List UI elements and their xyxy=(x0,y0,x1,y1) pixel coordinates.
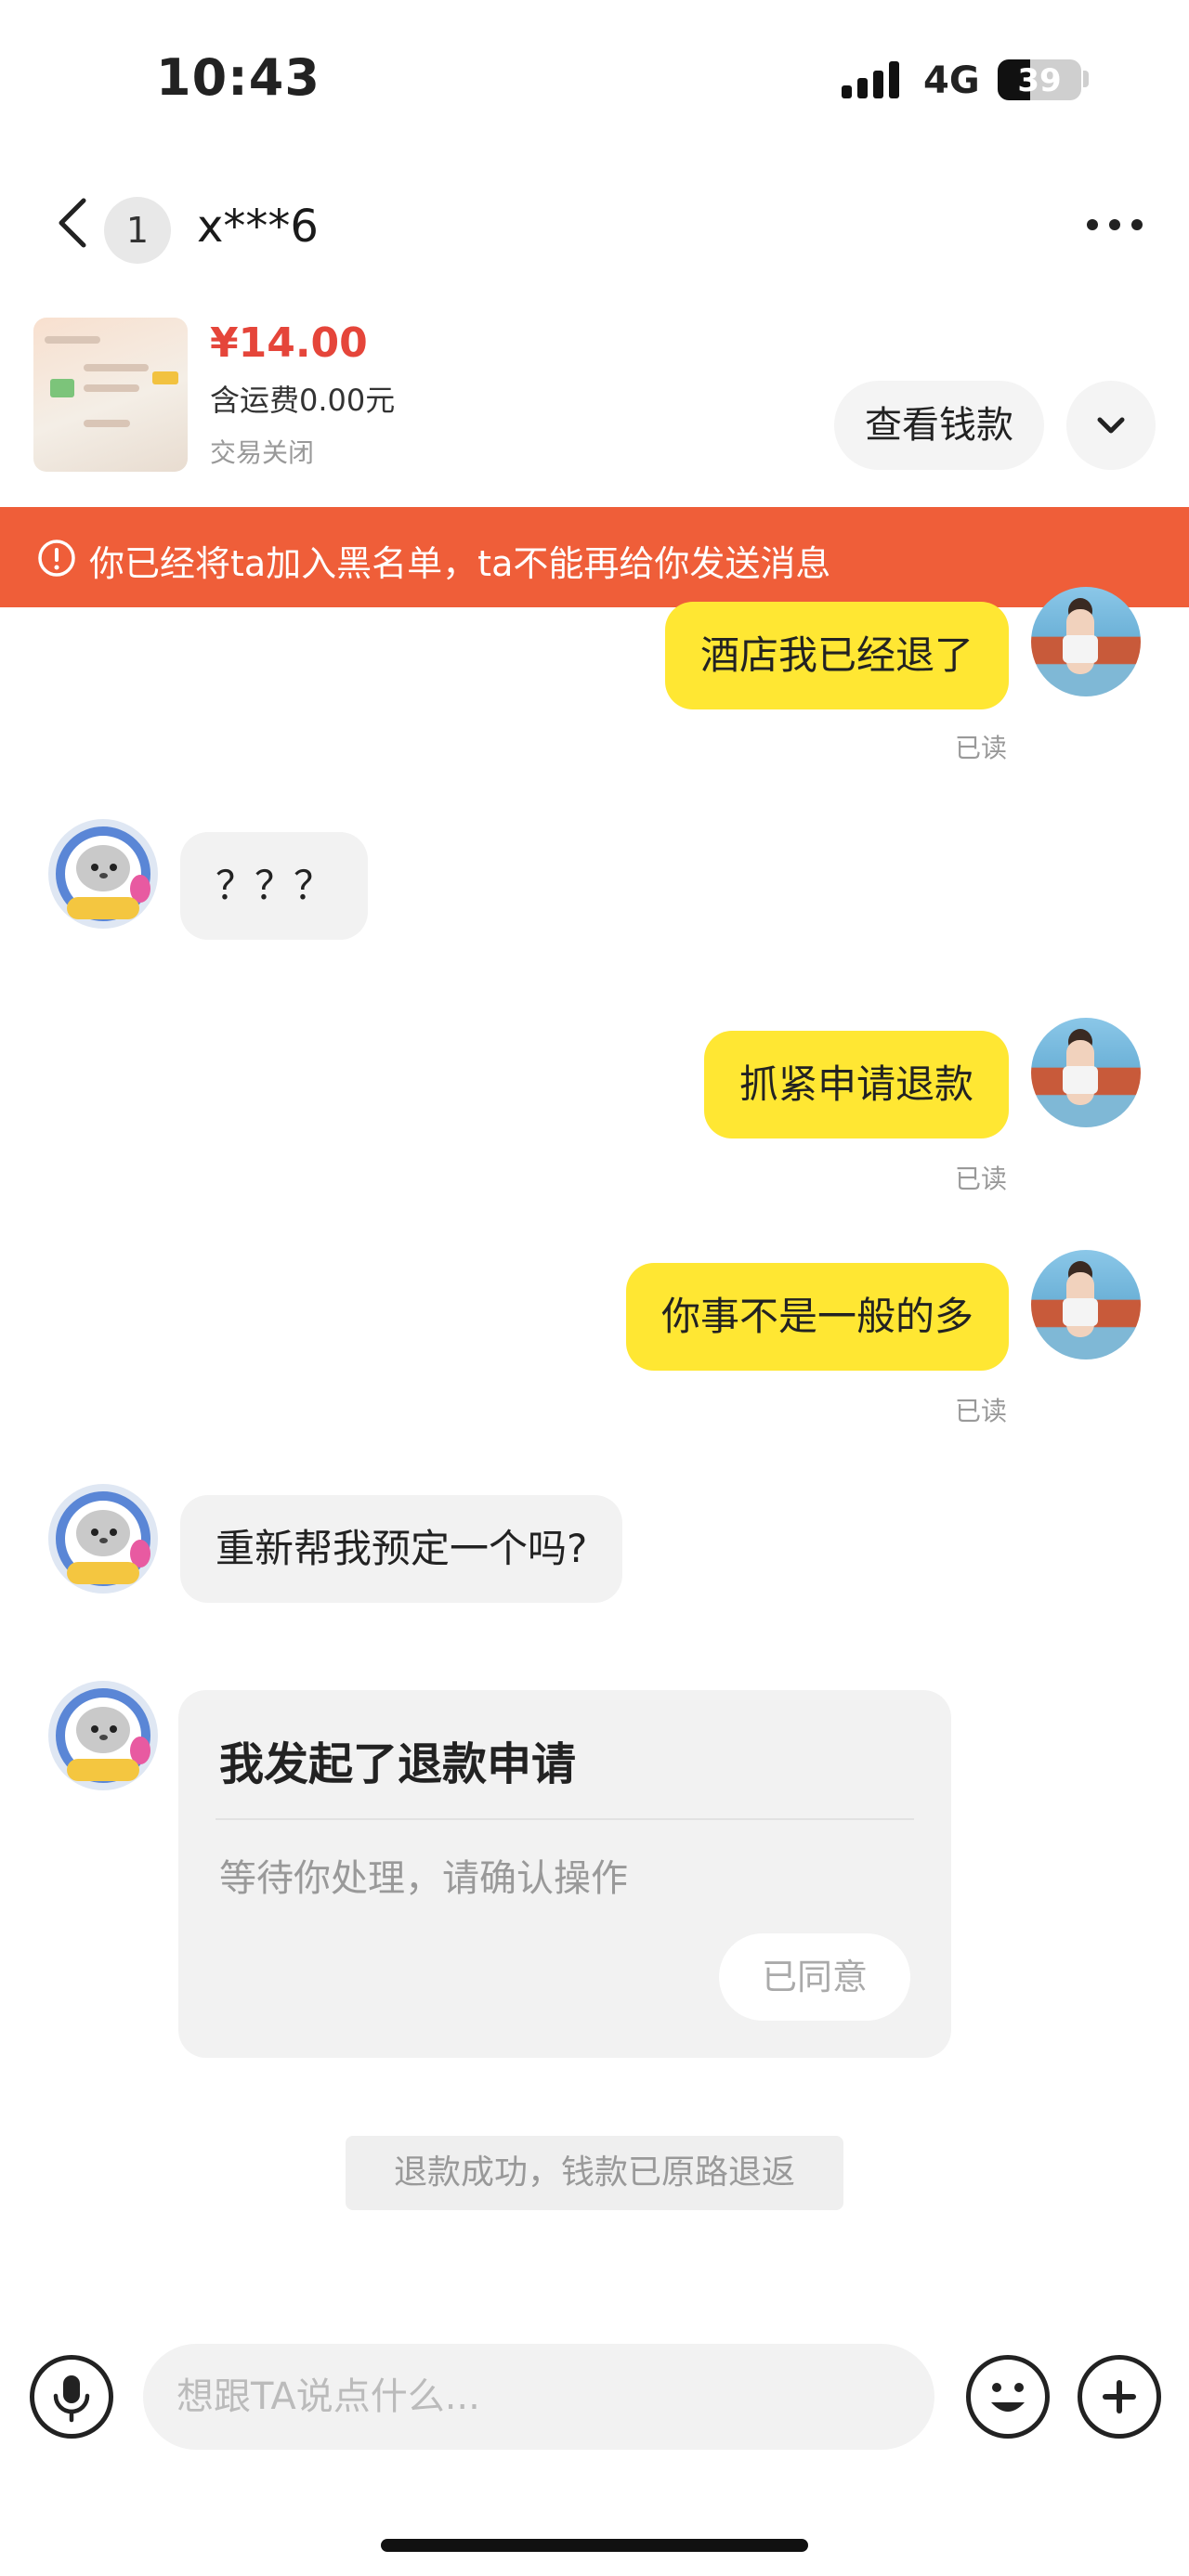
shipping-fee: 含运费0.00元 xyxy=(210,383,396,418)
read-status: 已读 xyxy=(954,1164,1007,1194)
avatar-peer[interactable] xyxy=(48,819,158,929)
unread-count-badge[interactable]: 1 xyxy=(104,197,171,264)
battery-tip xyxy=(1083,71,1089,87)
trade-status: 交易关闭 xyxy=(210,437,315,468)
message-bubble-peer[interactable]: ？？？ xyxy=(180,832,369,940)
avatar-self[interactable] xyxy=(1031,1018,1141,1127)
network-type: 4G xyxy=(923,59,980,102)
input-bar xyxy=(0,2322,1189,2470)
battery-level: 39 xyxy=(1017,62,1062,99)
chevron-left-icon[interactable] xyxy=(48,193,104,253)
message-bubble-self[interactable]: 你事不是一般的多 xyxy=(625,1263,1009,1371)
refund-card-description: 等待你处理，请确认操作 xyxy=(219,1857,628,1900)
message-bubble-self[interactable]: 酒店我已经退了 xyxy=(664,602,1009,709)
blacklist-banner-text: 你已经将ta加入黑名单，ta不能再给你发送消息 xyxy=(89,543,831,584)
peer-name[interactable]: x***6 xyxy=(197,201,319,253)
battery-icon: 39 xyxy=(998,59,1081,100)
message-input[interactable] xyxy=(143,2344,934,2450)
system-notice: 退款成功，钱款已原路退返 xyxy=(346,2136,843,2210)
plus-icon[interactable] xyxy=(1078,2355,1161,2439)
avatar-peer[interactable] xyxy=(48,1681,158,1790)
refund-request-card[interactable]: 我发起了退款申请 等待你处理，请确认操作 已同意 xyxy=(178,1690,951,2058)
alert-circle-icon xyxy=(37,539,76,578)
status-bar: 10:43 4G 39 xyxy=(0,0,1189,158)
avatar-peer[interactable] xyxy=(48,1484,158,1594)
signal-icon xyxy=(842,61,907,98)
message-bubble-peer[interactable]: 重新帮我预定一个吗? xyxy=(180,1495,623,1603)
chevron-down-icon[interactable] xyxy=(1066,381,1156,470)
chat-header: 1 x***6 xyxy=(0,176,1189,269)
agreed-button[interactable]: 已同意 xyxy=(719,1933,910,2021)
status-time: 10:43 xyxy=(156,48,320,107)
avatar-self[interactable] xyxy=(1031,1250,1141,1360)
more-icon[interactable] xyxy=(1085,215,1144,234)
blacklist-banner: 你已经将ta加入黑名单，ta不能再给你发送消息 xyxy=(0,507,1189,607)
message-bubble-self[interactable]: 抓紧申请退款 xyxy=(703,1031,1009,1138)
view-money-button[interactable]: 查看钱款 xyxy=(834,381,1044,470)
home-indicator xyxy=(381,2539,808,2552)
read-status: 已读 xyxy=(954,733,1007,763)
avatar-self[interactable] xyxy=(1031,587,1141,696)
product-card[interactable]: ¥14.00 含运费0.00元 交易关闭 查看钱款 xyxy=(0,297,1189,501)
emoji-icon[interactable] xyxy=(966,2355,1050,2439)
product-thumbnail[interactable] xyxy=(33,318,188,472)
read-status: 已读 xyxy=(954,1396,1007,1426)
divider xyxy=(216,1818,914,1820)
product-price: ¥14.00 xyxy=(210,319,368,367)
refund-card-title: 我发起了退款申请 xyxy=(219,1738,577,1790)
microphone-icon[interactable] xyxy=(30,2355,113,2439)
